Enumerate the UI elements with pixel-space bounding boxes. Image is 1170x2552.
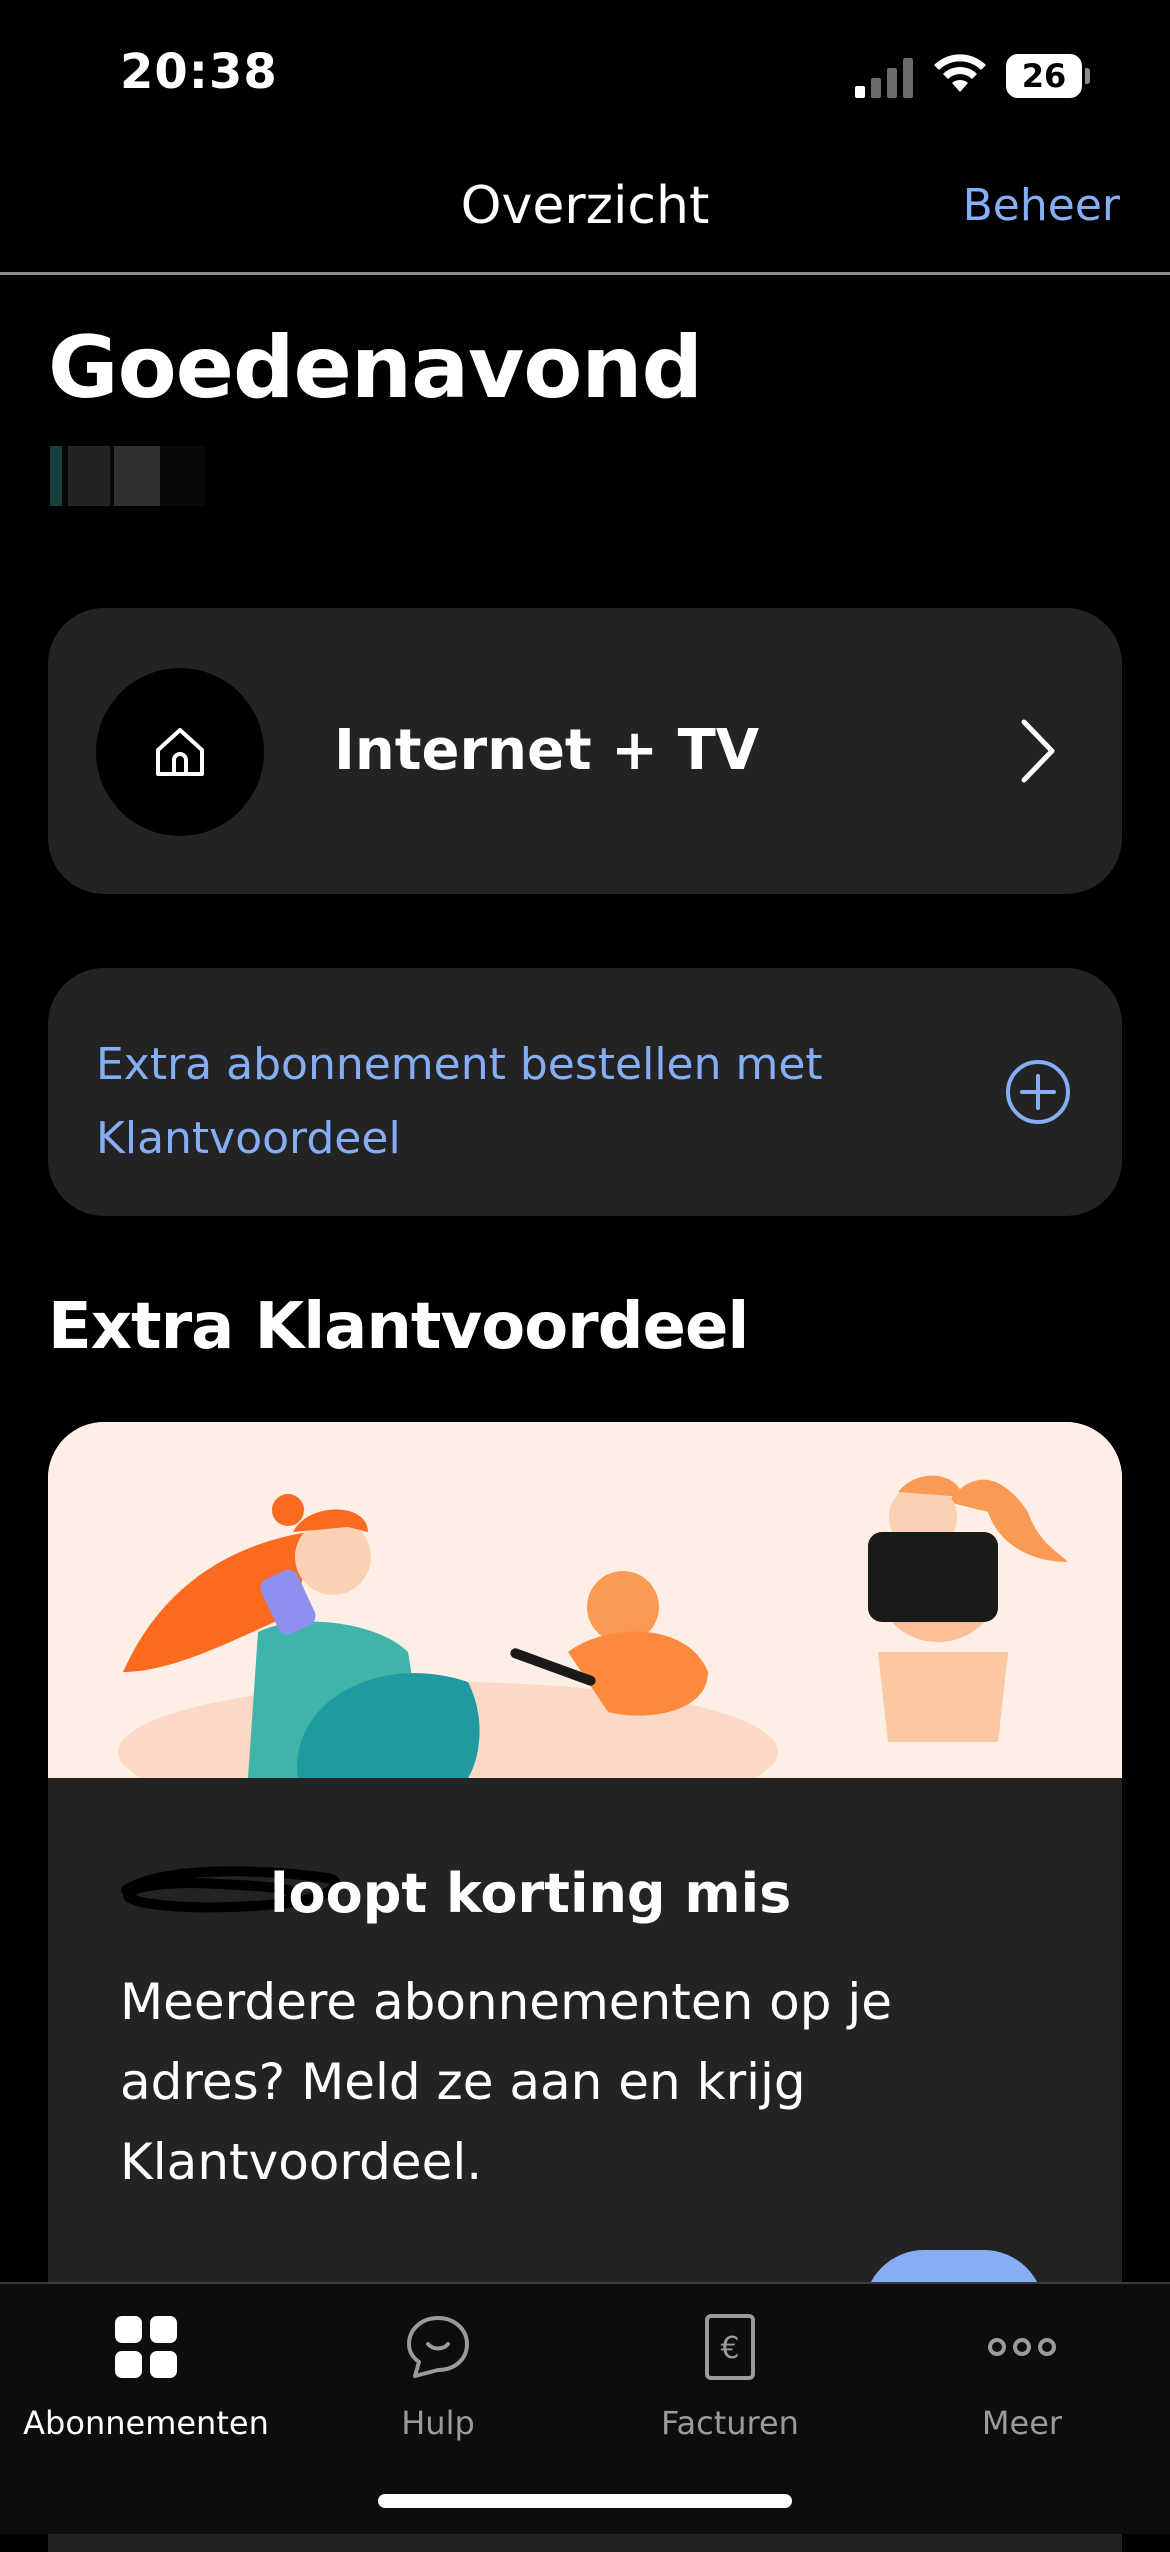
battery-icon: 26 — [1006, 54, 1090, 98]
tab-abonnementen[interactable]: Abonnementen — [0, 2312, 292, 2442]
home-icon — [156, 728, 204, 776]
header-divider — [0, 272, 1170, 275]
status-time: 20:38 — [120, 44, 278, 100]
more-dots-icon — [988, 2338, 1056, 2356]
greeting-heading: Goedenavond — [48, 318, 703, 418]
plus-circle-icon — [1006, 1060, 1070, 1124]
order-extra-subscription-text: Extra abonnement bestellen met Klantvoor… — [96, 1039, 823, 1164]
tab-meer[interactable]: Meer — [876, 2312, 1168, 2442]
svg-text:€: € — [720, 2331, 739, 2366]
tab-label: Meer — [981, 2404, 1063, 2442]
manage-button[interactable]: Beheer — [963, 180, 1120, 231]
section-title: Extra Klantvoordeel — [48, 1290, 749, 1364]
redacted-user-name — [50, 446, 205, 506]
tab-label: Hulp — [401, 2404, 475, 2442]
chat-icon — [407, 2316, 469, 2378]
home-icon-badge — [96, 668, 264, 836]
order-extra-subscription-card[interactable]: Extra abonnement bestellen met Klantvoor… — [48, 968, 1122, 1216]
home-indicator — [378, 2494, 792, 2508]
chevron-right-icon — [1021, 719, 1055, 783]
tab-facturen[interactable]: € Facturen — [584, 2312, 876, 2442]
tab-label: Abonnementen — [23, 2404, 269, 2442]
wifi-icon — [934, 54, 986, 92]
grid-icon — [115, 2316, 177, 2378]
invoice-euro-icon: € — [705, 2314, 755, 2380]
promo-body: Meerdere abonnementen op je adres? Meld … — [120, 1973, 893, 2191]
promo-title: loopt korting mis — [270, 1862, 792, 1925]
subscription-label: Internet + TV — [334, 718, 760, 783]
battery-level: 26 — [1006, 54, 1082, 98]
tab-label: Facturen — [661, 2404, 799, 2442]
promo-illustration — [48, 1422, 1122, 1778]
subscription-card-internet-tv[interactable]: Internet + TV — [48, 608, 1122, 894]
tab-hulp[interactable]: Hulp — [292, 2312, 584, 2442]
cellular-signal-icon — [855, 58, 913, 98]
